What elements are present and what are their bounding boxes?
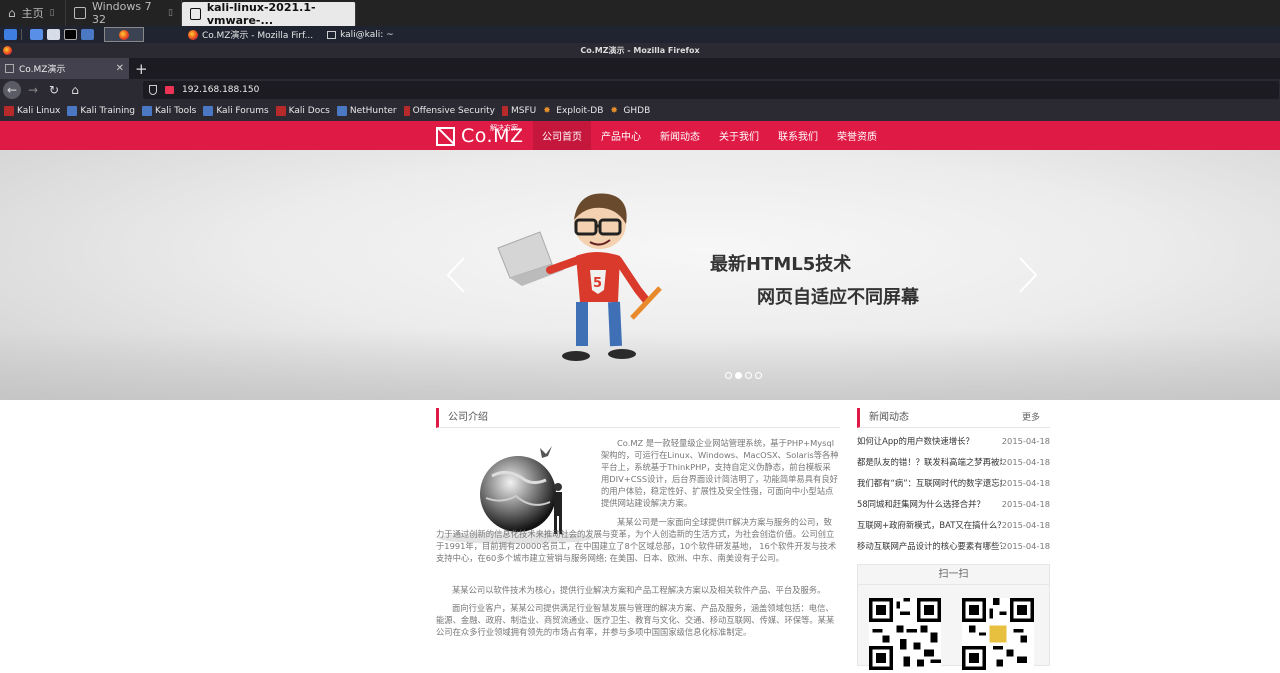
nav-about[interactable]: 关于我们	[710, 121, 768, 150]
firefox-icon	[119, 29, 129, 40]
offsec-icon	[502, 106, 509, 116]
shield-icon[interactable]	[149, 85, 157, 95]
site-nav: 公司首页 产品中心 新闻动态 关于我们 联系我们 荣誉资质	[533, 121, 887, 150]
kali-icon	[4, 106, 14, 116]
workspace-switcher[interactable]	[104, 27, 144, 42]
banner-headline: 最新HTML5技术	[710, 254, 852, 275]
divider	[21, 29, 22, 40]
bookmark-kali-tools[interactable]: Kali Tools	[142, 106, 196, 116]
browser-tab[interactable]: Co.MZ演示 ✕	[0, 58, 129, 79]
logo-mark-icon	[436, 126, 455, 146]
news-item[interactable]: 移动互联网产品设计的核心要素有哪些？ 2015-04-18	[857, 537, 1050, 558]
home-icon: ⌂	[8, 6, 16, 20]
page-favicon-icon	[5, 64, 14, 73]
about-heading: 公司介绍	[436, 408, 840, 428]
firefox-icon	[188, 29, 198, 40]
bookmark-kali-forums[interactable]: Kali Forums	[203, 106, 269, 116]
taskbar-firefox[interactable]: Co.MZ演示 - Mozilla Firf...	[188, 28, 313, 41]
bookmark-kali-docs[interactable]: Kali Docs	[275, 106, 330, 116]
firefox-launcher-icon[interactable]	[81, 29, 94, 40]
slide-indicators	[725, 372, 762, 379]
firefox-icon	[3, 46, 12, 55]
home-button[interactable]: ⌂	[66, 81, 84, 99]
nav-contact[interactable]: 联系我们	[769, 121, 827, 150]
news-item[interactable]: 58同城和赶集网为什么选择合并？ 2015-04-18	[857, 495, 1050, 516]
ghdb-icon: ✸	[610, 106, 618, 116]
vm-tab-bar: ⌂ 主页 ▯ Windows 7 32 ▯ kali-linux-2021.1-…	[0, 0, 1280, 27]
vm-icon	[74, 7, 86, 19]
scan-box: 扫一扫	[857, 564, 1050, 670]
exploit-db-icon: ✸	[543, 106, 551, 116]
nav-products[interactable]: 产品中心	[592, 121, 650, 150]
bookmark-exploit-db[interactable]: ✸ Exploit-DB	[543, 106, 603, 116]
url-bar[interactable]: 192.168.188.150	[143, 81, 1279, 99]
news-heading: 新闻动态 更多	[857, 408, 1050, 428]
about-paragraph: 某某公司是一家面向全球提供IT解决方案与服务的公司，致力于通过创新的信息化技术来…	[436, 517, 837, 563]
taskbar-terminal[interactable]: kali@kali: ~	[327, 30, 394, 40]
news-item[interactable]: 如何让App的用户数快速增长？ 2015-04-18	[857, 432, 1050, 453]
new-tab-button[interactable]: +	[135, 60, 148, 78]
prev-slide-arrow[interactable]	[446, 257, 466, 293]
site-logo[interactable]: Co.MZ 解决方案	[436, 124, 524, 147]
bookmark-ghdb[interactable]: ✸ GHDB	[610, 106, 650, 116]
nav-news[interactable]: 新闻动态	[651, 121, 709, 150]
kali-docs-icon	[275, 106, 286, 116]
nav-home[interactable]: 公司首页	[533, 121, 591, 150]
hero-banner: 5 最新HTML5技术 网页自适应不同屏幕	[0, 150, 1280, 400]
nav-honors[interactable]: 荣誉资质	[828, 121, 886, 150]
next-slide-arrow[interactable]	[1018, 257, 1038, 293]
close-icon[interactable]: ▯	[168, 8, 173, 18]
browser-tab-strip: Co.MZ演示 ✕ +	[0, 58, 1280, 79]
qr-code-image	[962, 598, 1034, 670]
files-icon[interactable]	[47, 29, 60, 40]
about-paragraph: 面向行业客户，某某公司提供满足行业智慧发展与管理的解决方案、产品及服务，涵盖领域…	[436, 603, 835, 637]
bookmarks-toolbar: Kali Linux Kali Training Kali Tools Kali…	[0, 101, 1280, 121]
news-item[interactable]: 互联网+政府新模式，BAT又在搞什么？ 2015-04-18	[857, 516, 1050, 537]
desktop-icon[interactable]	[30, 29, 43, 40]
news-item[interactable]: 我们都有“病”：互联网时代的数字遗忘症 2015-04-18	[857, 474, 1050, 495]
close-icon[interactable]: ▯	[50, 8, 55, 18]
reload-button[interactable]: ↻	[45, 81, 63, 99]
vm-tab-home[interactable]: ⌂ 主页 ▯	[0, 0, 66, 26]
kali-taskbar: Co.MZ演示 - Mozilla Firf... kali@kali: ~	[0, 26, 1280, 43]
qr-code-image	[869, 598, 941, 670]
slide-dot[interactable]	[755, 372, 762, 379]
banner-subheadline: 网页自适应不同屏幕	[757, 287, 919, 308]
slide-dot[interactable]	[745, 372, 752, 379]
more-news-link[interactable]: 更多	[1022, 408, 1040, 428]
offsec-icon	[403, 106, 410, 116]
bookmark-msfu[interactable]: MSFU	[502, 106, 536, 116]
cartoon-developer-illustration: 5	[490, 190, 670, 370]
forward-button[interactable]: →	[24, 81, 42, 99]
terminal-icon	[327, 30, 337, 39]
url-text[interactable]: 192.168.188.150	[182, 85, 259, 95]
about-paragraph: Co.MZ 是一款轻量级企业网站管理系统，基于PHP+Mysql架构的，可运行在…	[601, 438, 839, 508]
bookmark-nethunter[interactable]: NetHunter	[336, 106, 397, 116]
close-tab-icon[interactable]: ✕	[116, 63, 124, 74]
window-title: Co.MZ演示 - Mozilla Firefox	[0, 43, 1280, 58]
kali-icon	[336, 106, 347, 116]
news-list: 如何让App的用户数快速增长？ 2015-04-18 都是队友的错！？联发科高端之…	[857, 432, 1050, 558]
bookmark-kali-training[interactable]: Kali Training	[67, 106, 135, 116]
kali-icon	[203, 106, 214, 116]
vm-icon	[190, 8, 201, 20]
news-item[interactable]: 都是队友的错！？联发科高端之梦再被堵 2015-04-18	[857, 453, 1050, 474]
kali-icon	[142, 106, 153, 116]
back-button[interactable]: ←	[3, 81, 21, 99]
navigation-toolbar: ← → ↻ ⌂ 192.168.188.150	[0, 79, 1280, 101]
vm-tab-kali[interactable]: kali-linux-2021.1-vmware-...	[182, 1, 356, 27]
slide-dot-active[interactable]	[735, 372, 742, 379]
site-header: Co.MZ 解决方案 公司首页 产品中心 新闻动态 关于我们 联系我们 荣誉资质	[0, 121, 1280, 150]
kali-icon	[67, 106, 78, 116]
bookmark-kali-linux[interactable]: Kali Linux	[4, 106, 60, 116]
vm-tab-win7[interactable]: Windows 7 32 ▯	[66, 0, 182, 26]
terminal-icon[interactable]	[64, 29, 77, 40]
slide-dot[interactable]	[725, 372, 732, 379]
bookmark-offensive-security[interactable]: Offensive Security	[403, 106, 495, 116]
insecure-lock-icon[interactable]	[165, 86, 174, 94]
scan-heading: 扫一扫	[858, 565, 1049, 585]
kali-menu-icon[interactable]	[4, 29, 17, 40]
svg-text:5: 5	[593, 276, 602, 291]
about-paragraph: 某某公司以软件技术为核心，提供行业解决方案和产品工程解决方案以及相关软件产品、平…	[452, 585, 826, 595]
